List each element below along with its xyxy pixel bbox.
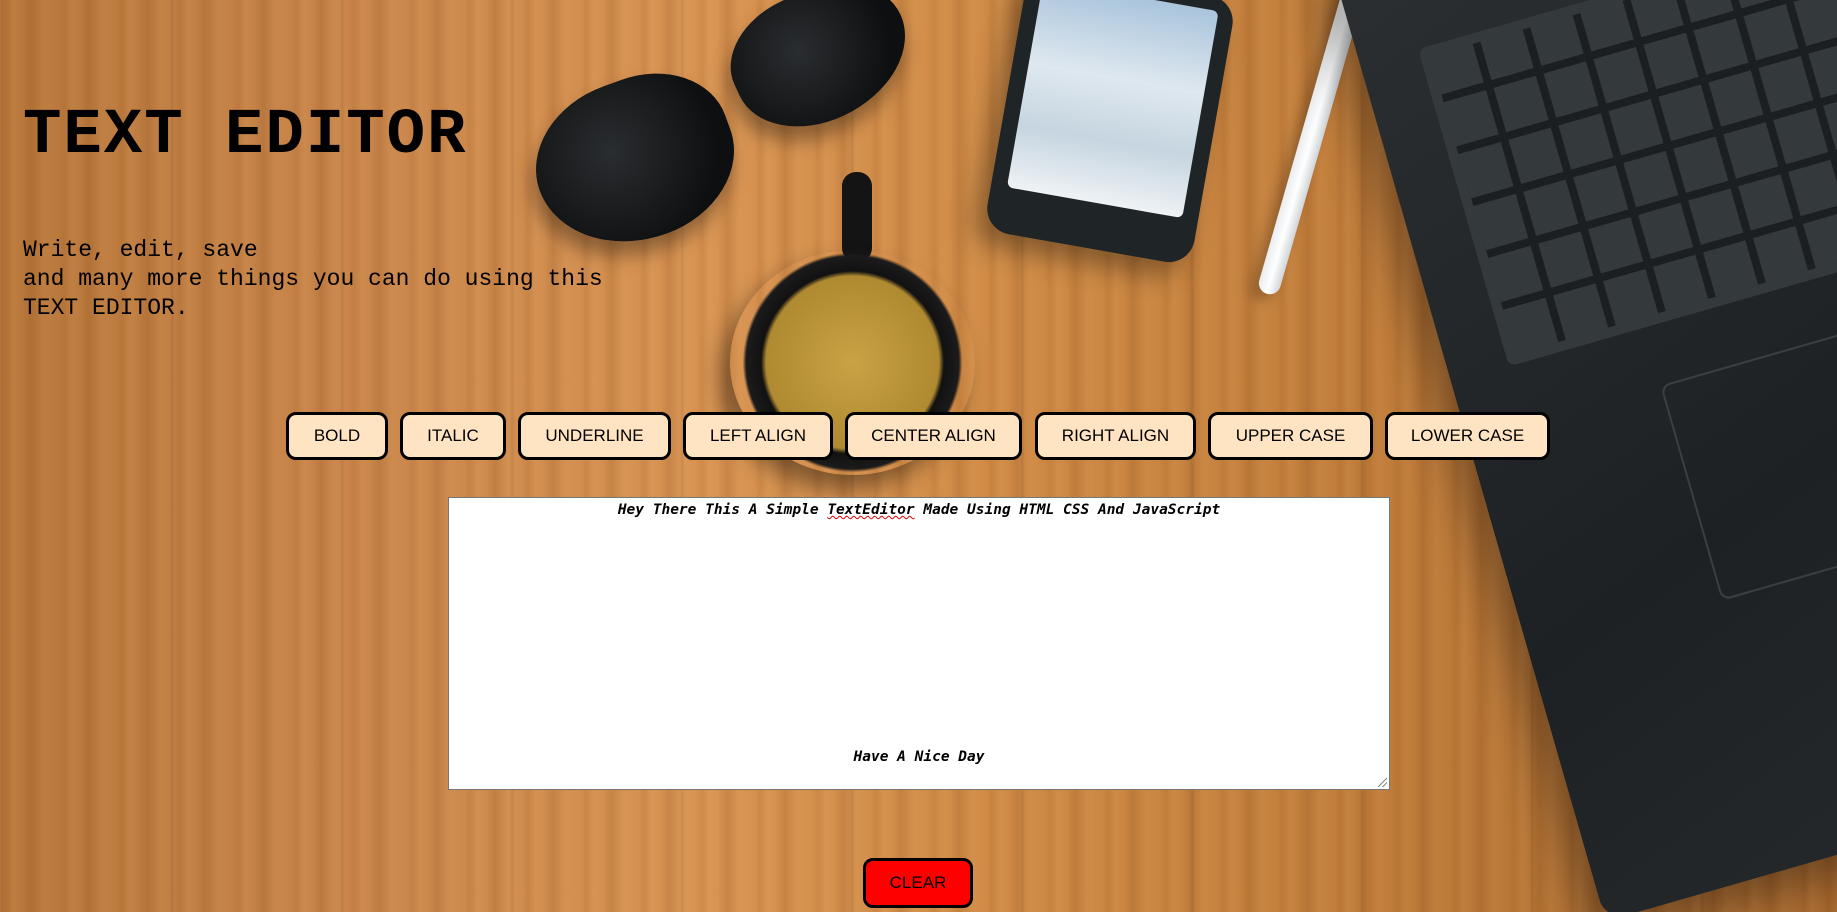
right-align-button[interactable]: RIGHT ALIGN	[1035, 412, 1196, 460]
subtitle-line: Write, edit, save	[23, 237, 258, 263]
italic-button[interactable]: ITALIC	[400, 412, 506, 460]
left-align-button[interactable]: LEFT ALIGN	[683, 412, 833, 460]
editor-text-line: Hey There This A Simple TextEditor Made …	[617, 502, 1221, 518]
resize-handle-icon[interactable]	[1378, 778, 1387, 787]
clear-button[interactable]: CLEAR	[863, 858, 973, 908]
editor-text-line: Have A Nice Day	[853, 749, 985, 765]
upper-case-button[interactable]: UPPER CASE	[1208, 412, 1373, 460]
bold-button[interactable]: BOLD	[286, 412, 388, 460]
subtitle-line: and many more things you can do using th…	[23, 266, 603, 292]
lower-case-button[interactable]: LOWER CASE	[1385, 412, 1550, 460]
page-content: TEXT EDITOR Write, edit, save and many m…	[0, 0, 1837, 912]
page-subtitle: Write, edit, save and many more things y…	[23, 236, 603, 323]
center-align-button[interactable]: CENTER ALIGN	[845, 412, 1022, 460]
underline-button[interactable]: UNDERLINE	[518, 412, 671, 460]
misspelled-word: TextEditor	[827, 502, 915, 518]
formatting-toolbar: BOLD ITALIC UNDERLINE LEFT ALIGN CENTER …	[0, 412, 1837, 462]
page-title: TEXT EDITOR	[23, 100, 468, 172]
subtitle-line: TEXT EDITOR.	[23, 295, 189, 321]
text-editor-area[interactable]: Hey There This A Simple TextEditor Made …	[448, 497, 1390, 790]
